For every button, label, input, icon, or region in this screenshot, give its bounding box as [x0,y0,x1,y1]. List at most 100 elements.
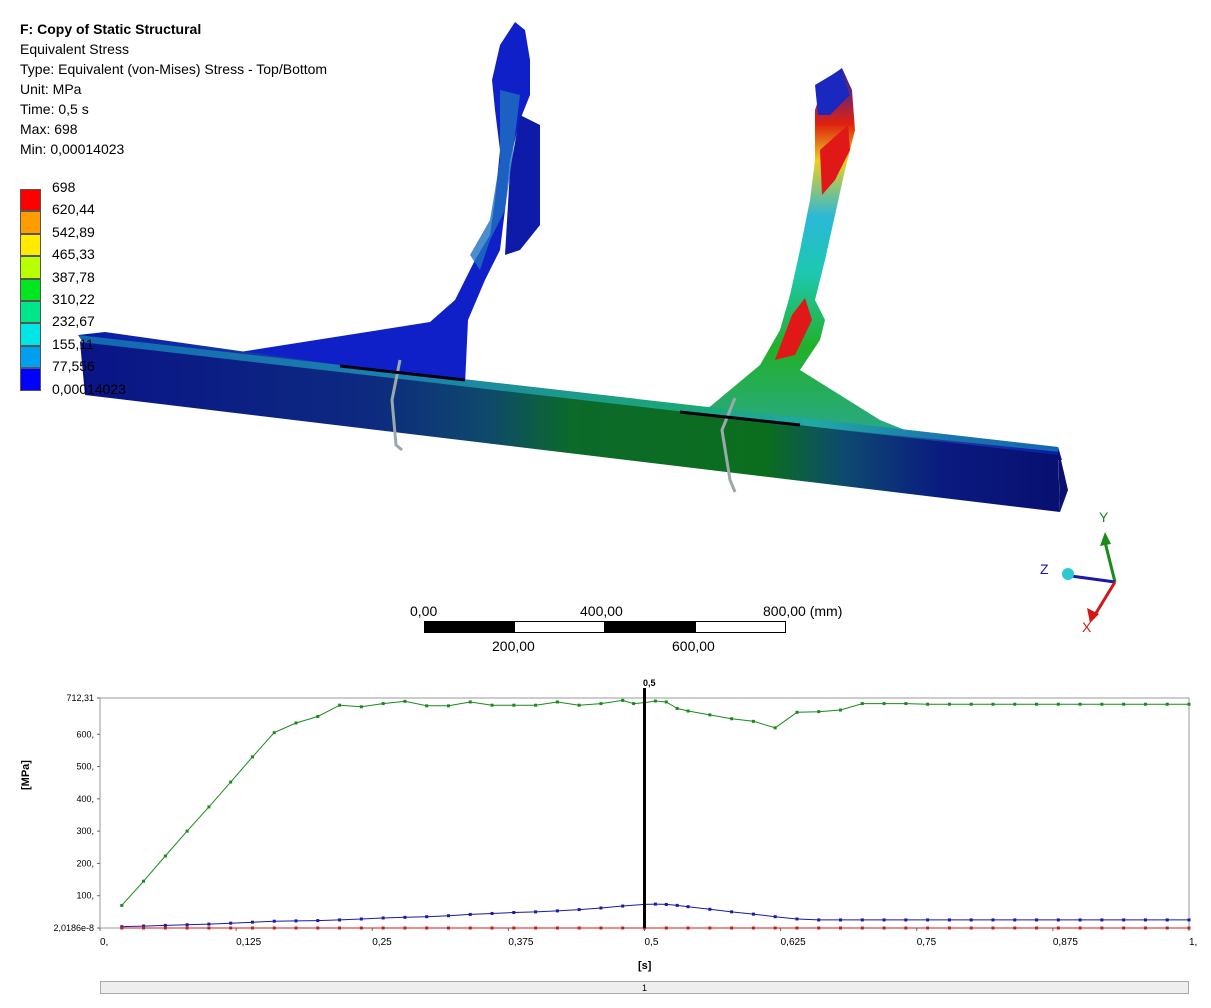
series-point [1100,926,1104,930]
series-point [185,926,189,930]
series-point [947,926,951,930]
series-point [294,919,298,923]
x-tick-label: 0,125 [236,937,261,948]
triad-y-axis [1103,541,1117,583]
series-point [1187,702,1191,706]
series-point [403,926,407,930]
triad-x-axis [1091,581,1117,619]
series-point [817,926,821,930]
series-point [926,702,930,706]
triad-label-z: Z [1040,561,1049,577]
series-point [751,912,755,916]
series-point [272,919,276,923]
results-graph[interactable]: 2,0186e-8 100, 200, 300, 400, 500, 600, 712,31 0… [0,668,1211,1008]
series-point [425,926,429,930]
series-point [490,703,494,707]
series-point [142,879,146,883]
x-tick-label: 0,625 [781,937,806,948]
series-point [882,702,886,706]
series-point [1056,702,1060,706]
series-point [534,926,538,930]
series-point [207,926,211,930]
series-point [490,911,494,915]
scale-label-top: 0,00 [410,603,438,619]
y-tick-label: 400, [76,794,94,804]
series-point [577,926,581,930]
series-point [730,717,734,721]
series-point [490,926,494,930]
series-point [904,702,908,706]
series-point [577,703,581,707]
series-point [403,699,407,703]
series-point [446,926,450,930]
series-point [338,926,342,930]
series-point [207,922,211,926]
scale-label-bottom: 200,00 [492,638,535,654]
y-tick-label: 300, [76,826,94,836]
model-viewport[interactable]: F: Copy of Static Structural Equivalent … [0,0,1211,665]
series-point [991,702,995,706]
series-point [185,923,189,927]
series-point [860,926,864,930]
series-point [839,918,843,922]
x-tick-label: 0, [100,937,108,948]
series-point [675,706,679,710]
series-point [839,926,843,930]
series-point [120,903,124,907]
series-point [1013,926,1017,930]
series-point [1013,702,1017,706]
series-point [686,905,690,909]
graph-plot[interactable]: 2,0186e-8 100, 200, 300, 400, 500, 600, 712,31 0… [0,668,1211,1008]
series-point [817,710,821,714]
series-point [839,708,843,712]
series-point [969,926,973,930]
series-point [882,918,886,922]
series-point [338,918,342,922]
series-point [1035,702,1039,706]
series-point [359,926,363,930]
x-tick-label: 1, [1189,937,1197,948]
series-point [751,719,755,723]
series-point [1187,918,1191,922]
series-point [795,917,799,921]
series-point [632,702,636,706]
series-point [653,699,657,703]
series-point [969,702,973,706]
y-tick-label: 500, [76,762,94,772]
series-point [403,915,407,919]
x-tick-label: 0,875 [1053,937,1078,948]
series-point [446,704,450,708]
graph-y-title: [MPa] [20,760,32,790]
series-point [359,917,363,921]
triad-label-x: X [1082,619,1092,635]
series-point [708,907,712,911]
series-point [294,721,298,725]
series-point [708,926,712,930]
series-point [207,805,211,809]
series-point [1013,918,1017,922]
series-point [904,918,908,922]
series-point [512,703,516,707]
series-point [534,910,538,914]
series-point [1100,918,1104,922]
series-point [381,926,385,930]
series-point [381,702,385,706]
x-tick-label: 0,75 [917,937,937,948]
series-point [294,926,298,930]
series-point [1165,702,1169,706]
series-point [512,911,516,915]
series-point [708,713,712,717]
series-point [904,926,908,930]
series-point [163,926,167,930]
series-point [599,926,603,930]
series-point [664,902,668,906]
graph-step-bar[interactable]: 1 [100,981,1189,994]
series-point [675,903,679,907]
axis-triad[interactable] [1035,510,1145,635]
series-point [1078,702,1082,706]
series-point [163,923,167,927]
scale-label-bottom: 600,00 [672,638,715,654]
series-point [599,702,603,706]
scale-bar: 0,00 400,00 800,00 (mm) 200,00 600,00 [0,0,1211,665]
series-point [250,926,254,930]
